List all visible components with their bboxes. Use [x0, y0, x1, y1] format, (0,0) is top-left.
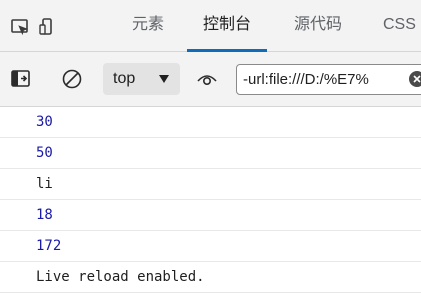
inspect-element-icon[interactable] [10, 17, 30, 37]
context-selector-value: top [113, 70, 136, 87]
caret-down-icon [159, 75, 169, 83]
sidebar-toggle-icon[interactable] [10, 68, 32, 90]
console-message: li [0, 169, 421, 200]
console-message: 172 [0, 231, 421, 262]
tab-console[interactable]: 控制台 [187, 0, 268, 52]
device-emulation-icon[interactable] [38, 17, 58, 37]
console-message: 50 [0, 138, 421, 169]
console-message: 30 [0, 107, 421, 138]
filter-input[interactable]: -url:file:///D:/%E7% [236, 64, 421, 95]
tab-elements-label: 元素 [132, 16, 165, 33]
devtools-tab-bar: 元素 控制台 源代码 CSS [0, 0, 421, 52]
console-message: Live reload enabled. [0, 262, 421, 293]
console-toolbar: top -url:file:///D:/%E7% [0, 52, 421, 107]
clear-console-icon[interactable] [61, 68, 83, 90]
clear-filter-icon[interactable] [409, 71, 421, 87]
console-output: 30 50 li 18 172 Live reload enabled. [0, 107, 421, 293]
context-selector[interactable]: top [103, 63, 180, 95]
tab-console-label: 控制台 [203, 16, 252, 33]
console-message: 18 [0, 200, 421, 231]
filter-input-value: -url:file:///D:/%E7% [243, 71, 369, 88]
tab-css[interactable]: CSS [383, 0, 416, 51]
eye-icon[interactable] [196, 68, 218, 90]
tab-sources-label: 源代码 [294, 16, 343, 33]
tab-sources[interactable]: 源代码 [294, 0, 342, 51]
tab-css-label: CSS [383, 16, 416, 33]
tab-elements[interactable]: 元素 [132, 0, 164, 51]
